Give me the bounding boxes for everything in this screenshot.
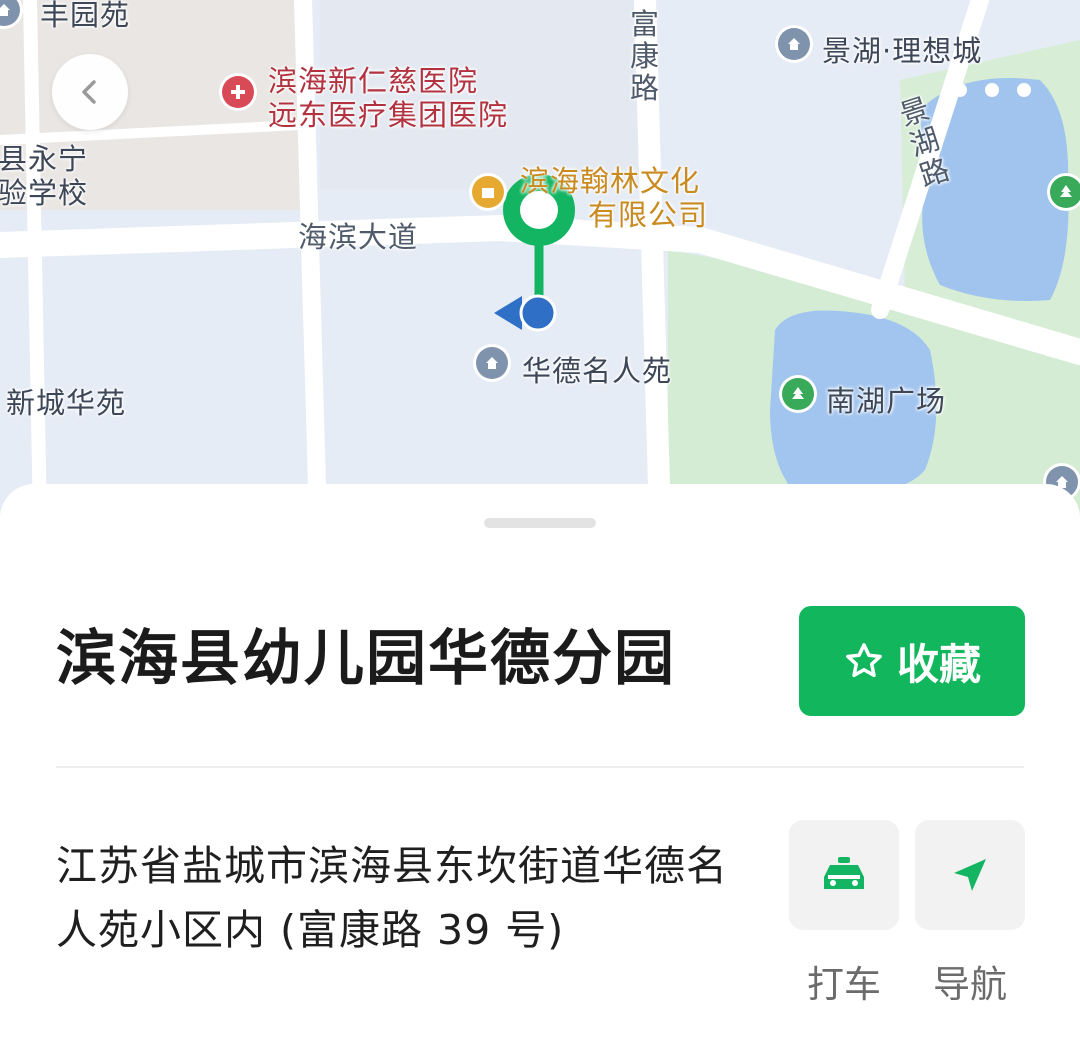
road-label-haibin: 海滨大道 [298, 220, 419, 254]
map-label-hanlin-2: 有限公司 [588, 198, 709, 232]
drag-handle[interactable] [484, 518, 596, 528]
navigate-button[interactable] [915, 820, 1025, 930]
taxi-button[interactable] [789, 820, 899, 930]
star-icon [846, 643, 882, 678]
map-view[interactable]: 丰园苑 滨海新仁慈医院 远东医疗集团医院 县永宁 验学校 滨海翰林文化 有限公司… [0, 0, 1080, 520]
taxi-label: 打车 [807, 963, 881, 1006]
company-icon [472, 176, 504, 208]
road-label-fukang: 富康路 [629, 7, 660, 105]
more-dots-icon[interactable] [944, 68, 1040, 112]
map-label-fengyuan: 丰园苑 [40, 0, 131, 32]
hospital-icon [222, 76, 254, 108]
chevron-left-icon [82, 80, 96, 104]
taxi-icon [824, 857, 864, 889]
navigate-arrow-icon [954, 859, 986, 891]
map-label-jinghu-lixiang: 景湖·理想城 [822, 34, 983, 68]
map-label-nanhu: 南湖广场 [826, 384, 947, 418]
map-label-school: 验学校 [0, 176, 89, 210]
user-location-icon [519, 294, 557, 332]
place-title: 滨海县幼儿园华德分园 [56, 624, 676, 694]
residential-icon [476, 347, 508, 379]
user-heading-icon [494, 296, 522, 330]
park-icon [1050, 176, 1080, 208]
favorite-button[interactable]: 收藏 [799, 606, 1025, 716]
road-far-west [23, 0, 47, 520]
navigate-label: 导航 [933, 963, 1007, 1006]
place-address: 江苏省盐城市滨海县东坎街道华德名人苑小区内 (富康路 39 号) [56, 842, 728, 954]
place-detail-sheet: 滨海县幼儿园华德分园 收藏 江苏省盐城市滨海县东坎街道华德名人苑小区内 (富康路… [0, 484, 1080, 1041]
back-button[interactable] [52, 54, 128, 130]
favorite-label: 收藏 [896, 639, 981, 689]
map-canvas [0, 0, 1080, 520]
park-icon [782, 378, 814, 410]
map-label-huade: 华德名人苑 [522, 354, 673, 388]
residential-icon [778, 28, 810, 60]
divider [56, 766, 1024, 768]
map-label-yuandong-hospital: 远东医疗集团医院 [268, 98, 509, 132]
map-label-xincheng: 新城华苑 [6, 386, 127, 420]
